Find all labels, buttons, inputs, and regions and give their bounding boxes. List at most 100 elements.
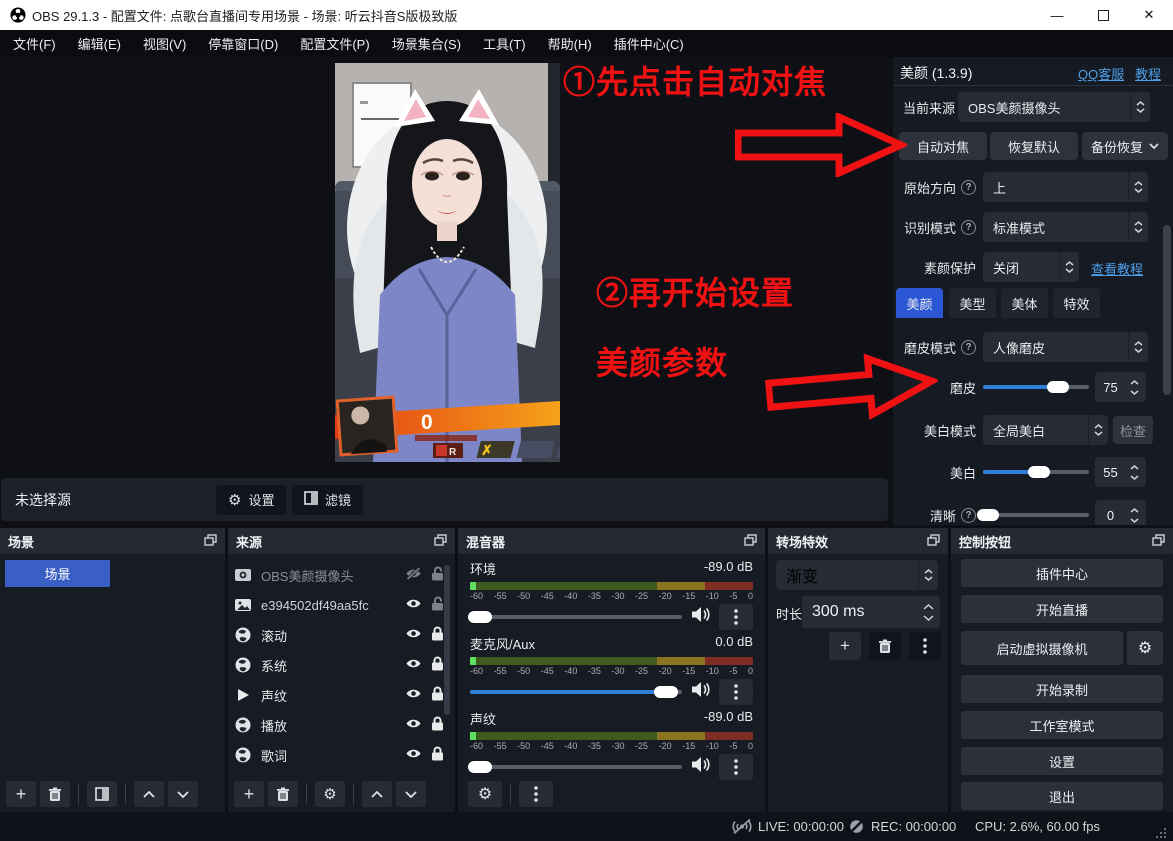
tab-effects[interactable]: 特效 [1053,288,1100,318]
settings-button[interactable]: 设置 [961,747,1163,775]
scene-item-selected[interactable]: 场景 [5,560,110,587]
help-icon[interactable]: ? [961,180,976,195]
eye-icon[interactable] [405,597,422,613]
menu-help[interactable]: 帮助(H) [537,30,603,57]
scrollbar-thumb[interactable] [1163,225,1171,395]
channel-menu-button[interactable] [719,754,753,780]
volume-slider[interactable] [470,611,682,623]
beauty-scrollbar[interactable] [1161,225,1173,525]
backup-restore-button[interactable]: 备份恢复 [1082,132,1168,160]
orientation-select[interactable]: 上 [983,172,1148,202]
transition-menu-button[interactable] [909,632,941,660]
help-icon[interactable]: ? [961,508,976,523]
start-recording-button[interactable]: 开始录制 [961,675,1163,703]
mixer-menu-button[interactable] [519,781,553,807]
volume-slider[interactable] [470,686,682,698]
lock-open-icon[interactable] [431,596,444,614]
check-button[interactable]: 检查 [1113,416,1153,444]
eye-icon[interactable] [405,657,422,673]
eye-icon[interactable] [405,717,422,733]
exit-button[interactable]: 退出 [961,782,1163,810]
eye-slash-icon[interactable] [405,567,422,583]
menu-profile[interactable]: 配置文件(P) [289,30,380,57]
move-source-up-button[interactable] [362,781,392,807]
source-row[interactable]: 系统 [234,650,444,680]
help-icon[interactable]: ? [961,220,976,235]
menu-tools[interactable]: 工具(T) [472,30,537,57]
autofocus-button[interactable]: 自动对焦 [899,132,987,160]
volume-slider[interactable] [470,761,682,773]
source-properties-button[interactable]: ⚙ [315,781,345,807]
qq-support-link[interactable]: QQ客服 [1078,64,1124,83]
lock-closed-icon[interactable] [431,686,444,704]
whiten-spinbox[interactable]: 55 [1095,457,1146,487]
sources-scrollbar-thumb[interactable] [444,565,450,715]
source-row[interactable]: e394502df49aa5fc [234,590,444,620]
tab-beauty[interactable]: 美颜 [896,288,943,318]
lock-closed-icon[interactable] [431,716,444,734]
minimize-button[interactable]: — [1034,0,1080,30]
move-scene-down-button[interactable] [168,781,198,807]
studio-mode-button[interactable]: 工作室模式 [961,711,1163,739]
whiten-mode-select[interactable]: 全局美白 [983,415,1108,445]
remove-transition-button[interactable] [869,632,901,660]
move-source-down-button[interactable] [396,781,426,807]
tab-reshape[interactable]: 美型 [949,288,996,318]
view-tutorial-link[interactable]: 查看教程 [1091,259,1143,278]
add-scene-button[interactable]: + [6,781,36,807]
popout-icon[interactable] [927,534,940,549]
add-source-button[interactable]: + [234,781,264,807]
resize-grip[interactable] [1155,818,1167,841]
start-virtual-camera-button[interactable]: 启动虚拟摄像机 [961,631,1123,665]
source-row[interactable]: 播放 [234,710,444,740]
eye-icon[interactable] [405,687,422,703]
eye-icon[interactable] [405,627,422,643]
source-row[interactable]: 声纹 [234,680,444,710]
eye-icon[interactable] [405,747,422,763]
channel-menu-button[interactable] [719,604,753,630]
smooth-spinbox[interactable]: 75 [1095,372,1146,402]
virtual-camera-settings-button[interactable]: ⚙ [1127,631,1163,665]
speaker-icon[interactable] [690,756,711,778]
tutorial-link[interactable]: 教程 [1135,64,1161,83]
channel-menu-button[interactable] [719,679,753,705]
plugin-center-button[interactable]: 插件中心 [961,559,1163,587]
close-button[interactable]: ✕ [1126,0,1172,30]
speaker-icon[interactable] [690,606,711,628]
popout-icon[interactable] [1152,534,1165,549]
help-icon[interactable]: ? [961,340,976,355]
popout-icon[interactable] [434,534,447,549]
menu-view[interactable]: 视图(V) [132,30,197,57]
lock-open-icon[interactable] [431,566,444,584]
whiten-slider[interactable] [983,466,1089,478]
speaker-icon[interactable] [690,681,711,703]
smooth-slider[interactable] [983,381,1089,393]
remove-scene-button[interactable] [40,781,70,807]
popout-icon[interactable] [204,534,217,549]
start-streaming-button[interactable]: 开始直播 [961,595,1163,623]
source-row[interactable]: OBS美颜摄像头 [234,560,444,590]
spinner-icon[interactable] [1130,92,1150,122]
current-source-select[interactable]: OBS美颜摄像头 [958,92,1150,122]
move-scene-up-button[interactable] [134,781,164,807]
menu-scene-collection[interactable]: 场景集合(S) [381,30,472,57]
lock-closed-icon[interactable] [431,656,444,674]
filters-button[interactable]: 滤镜 [292,485,363,515]
properties-button[interactable]: ⚙ 设置 [216,485,286,515]
recognition-mode-select[interactable]: 标准模式 [983,212,1148,242]
menu-docks[interactable]: 停靠窗口(D) [197,30,289,57]
source-row[interactable]: 歌词 [234,740,444,770]
maximize-button[interactable] [1080,0,1126,30]
transition-select[interactable]: 渐变 [776,560,938,590]
mixer-settings-button[interactable]: ⚙ [468,781,502,807]
add-transition-button[interactable]: + [829,632,861,660]
smooth-mode-select[interactable]: 人像磨皮 [983,332,1148,362]
scene-filters-button[interactable] [87,781,117,807]
popout-icon[interactable] [744,534,757,549]
clarity-spinbox[interactable]: 0 [1095,500,1146,525]
tab-body[interactable]: 美体 [1001,288,1048,318]
menu-edit[interactable]: 编辑(E) [67,30,132,57]
clarity-slider[interactable] [983,509,1089,521]
source-row[interactable]: 滚动 [234,620,444,650]
remove-source-button[interactable] [268,781,298,807]
